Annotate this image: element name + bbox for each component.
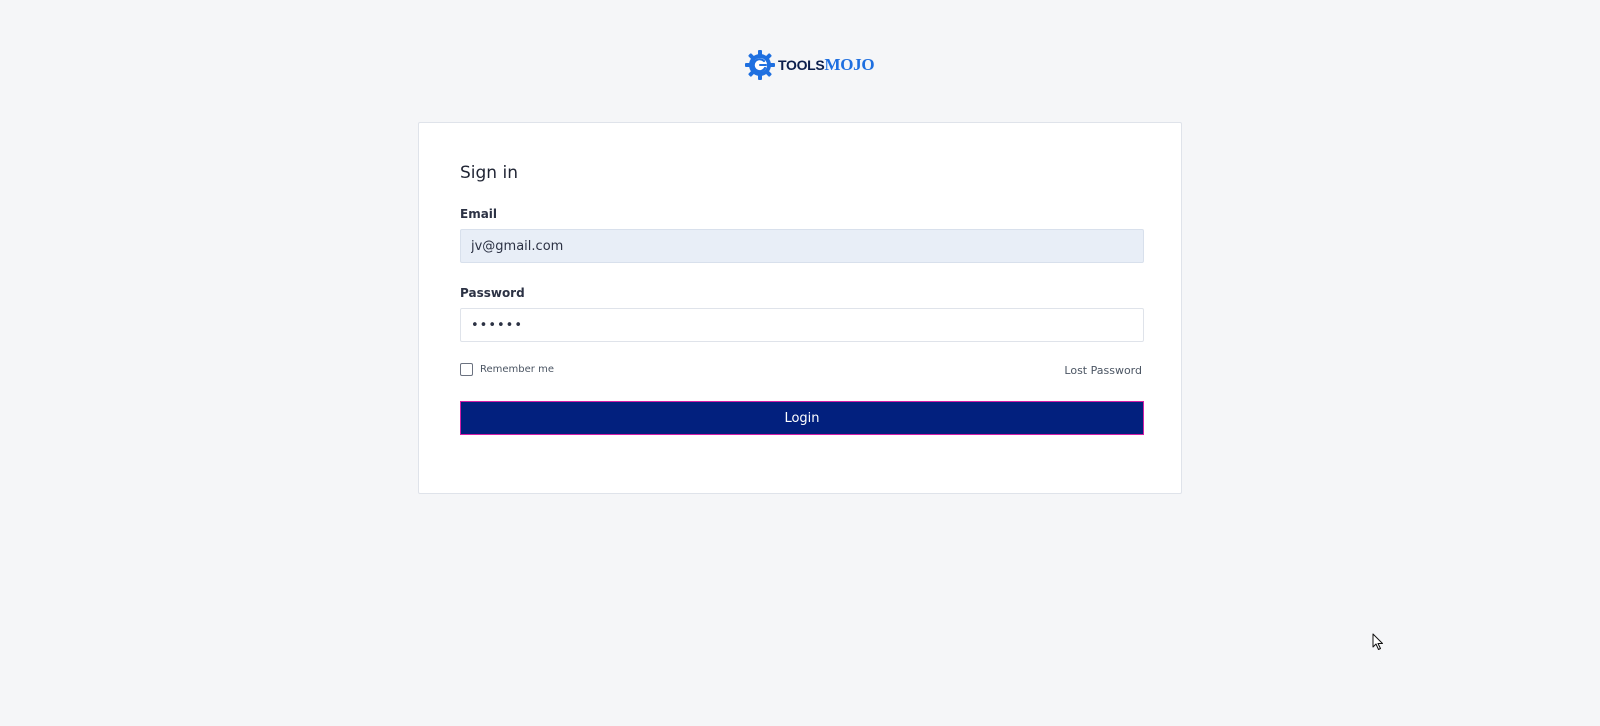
signin-title: Sign in	[460, 163, 518, 183]
password-label: Password	[460, 286, 525, 300]
email-field[interactable]	[460, 229, 1144, 263]
logo-wordmark: TOOLSMOJO	[778, 49, 875, 82]
signin-card: Sign in Email Password Remember me Lost …	[418, 122, 1182, 494]
password-field[interactable]	[460, 308, 1144, 342]
mouse-pointer-icon	[1372, 633, 1383, 650]
login-button[interactable]: Login	[460, 401, 1144, 435]
checkbox-box[interactable]	[460, 363, 473, 376]
site-logo[interactable]: TOOLSMOJO	[744, 49, 875, 82]
email-label: Email	[460, 207, 498, 221]
remember-me-checkbox[interactable]: Remember me	[460, 363, 554, 376]
remember-me-label: Remember me	[480, 364, 554, 375]
logo-text-mojo: MOJO	[824, 54, 875, 74]
logo-text-tools: TOOLS	[778, 56, 825, 73]
gear-logo-icon	[745, 50, 775, 80]
lost-password-link[interactable]: Lost Password	[1064, 364, 1142, 377]
login-page: TOOLSMOJO Sign in Email Password Remembe…	[0, 0, 1600, 726]
